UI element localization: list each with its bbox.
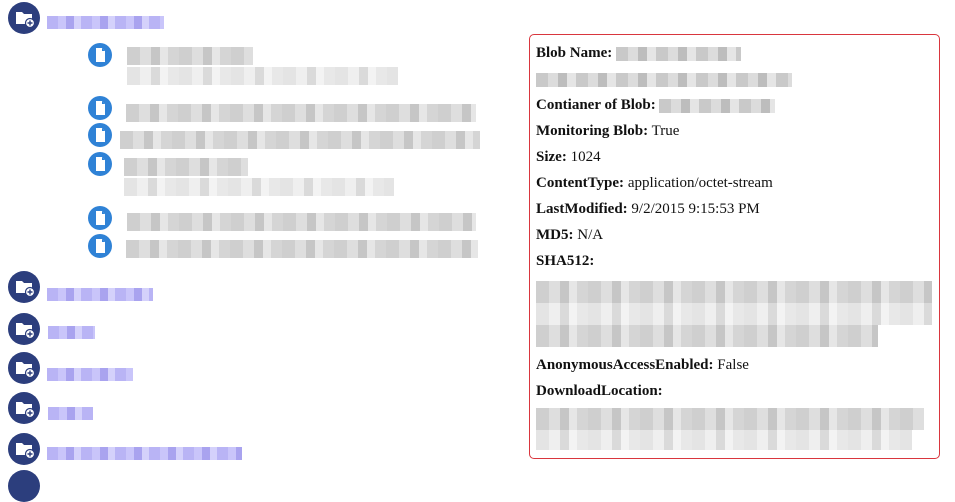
download-location-row: DownloadLocation: <box>536 382 663 400</box>
container-link[interactable] <box>48 407 93 420</box>
download-location-value[interactable] <box>536 408 924 430</box>
download-location-value-continued[interactable] <box>536 430 912 450</box>
folder-add-icon[interactable] <box>8 470 40 502</box>
container-row: Contianer of Blob: <box>536 96 776 114</box>
folder-add-icon[interactable] <box>8 2 40 34</box>
container-link[interactable] <box>48 326 95 339</box>
download-location-label: DownloadLocation: <box>536 383 663 399</box>
anonymous-access-row: AnonymousAccessEnabled: False <box>536 356 749 374</box>
file-icon[interactable] <box>88 234 112 258</box>
content-type-label: ContentType: <box>536 175 625 191</box>
folder-add-icon[interactable] <box>8 392 40 424</box>
size-row: Size: 1024 <box>536 148 601 166</box>
size-value: 1024 <box>570 149 601 165</box>
container-value <box>659 98 776 113</box>
folder-add-icon[interactable] <box>8 271 40 303</box>
sha512-value <box>536 281 932 303</box>
folder-add-icon[interactable] <box>8 313 40 345</box>
file-icon[interactable] <box>88 43 112 67</box>
blob-name-continued <box>536 70 792 88</box>
file-icon[interactable] <box>88 206 112 230</box>
container-link[interactable] <box>47 288 153 301</box>
sha512-label: SHA512: <box>536 253 595 269</box>
content-type-value: application/octet-stream <box>627 175 773 191</box>
container-link[interactable] <box>47 447 242 460</box>
sha512-row: SHA512: <box>536 252 594 270</box>
sha512-value-end <box>536 325 878 347</box>
blob-link[interactable] <box>127 213 476 231</box>
md5-row: MD5: N/A <box>536 226 603 244</box>
blob-name-value <box>616 46 741 61</box>
folder-add-icon[interactable] <box>8 433 40 465</box>
md5-value: N/A <box>577 227 604 243</box>
sha512-value-continued <box>536 303 932 325</box>
blob-name-row: Blob Name: <box>536 44 741 62</box>
size-label: Size: <box>536 149 567 165</box>
container-link[interactable] <box>47 16 164 29</box>
last-modified-value: 9/2/2015 9:15:53 PM <box>631 201 760 217</box>
blob-name-value-continued <box>536 72 792 87</box>
monitoring-row: Monitoring Blob: True <box>536 122 679 140</box>
blob-link[interactable] <box>126 104 476 122</box>
container-link[interactable] <box>47 368 133 381</box>
folder-add-icon[interactable] <box>8 352 40 384</box>
file-icon[interactable] <box>88 96 112 120</box>
blob-link-continued[interactable] <box>127 67 398 85</box>
last-modified-row: LastModified: 9/2/2015 9:15:53 PM <box>536 200 760 218</box>
blob-link[interactable] <box>126 240 478 258</box>
blob-name-label: Blob Name: <box>536 45 613 61</box>
blob-link[interactable] <box>124 158 248 176</box>
blob-link-continued[interactable] <box>124 178 394 196</box>
blob-link[interactable] <box>120 131 480 149</box>
md5-label: MD5: <box>536 227 574 243</box>
content-type-row: ContentType: application/octet-stream <box>536 174 773 192</box>
file-icon[interactable] <box>88 152 112 176</box>
last-modified-label: LastModified: <box>536 201 628 217</box>
blob-link[interactable] <box>127 47 253 65</box>
container-label: Contianer of Blob: <box>536 97 656 113</box>
monitoring-label: Monitoring Blob: <box>536 123 649 139</box>
anonymous-access-label: AnonymousAccessEnabled: <box>536 357 714 373</box>
file-icon[interactable] <box>88 123 112 147</box>
blob-details-panel: Blob Name: Contianer of Blob: Monitoring… <box>529 34 940 459</box>
monitoring-value: True <box>651 123 680 139</box>
anonymous-access-value: False <box>717 357 749 373</box>
